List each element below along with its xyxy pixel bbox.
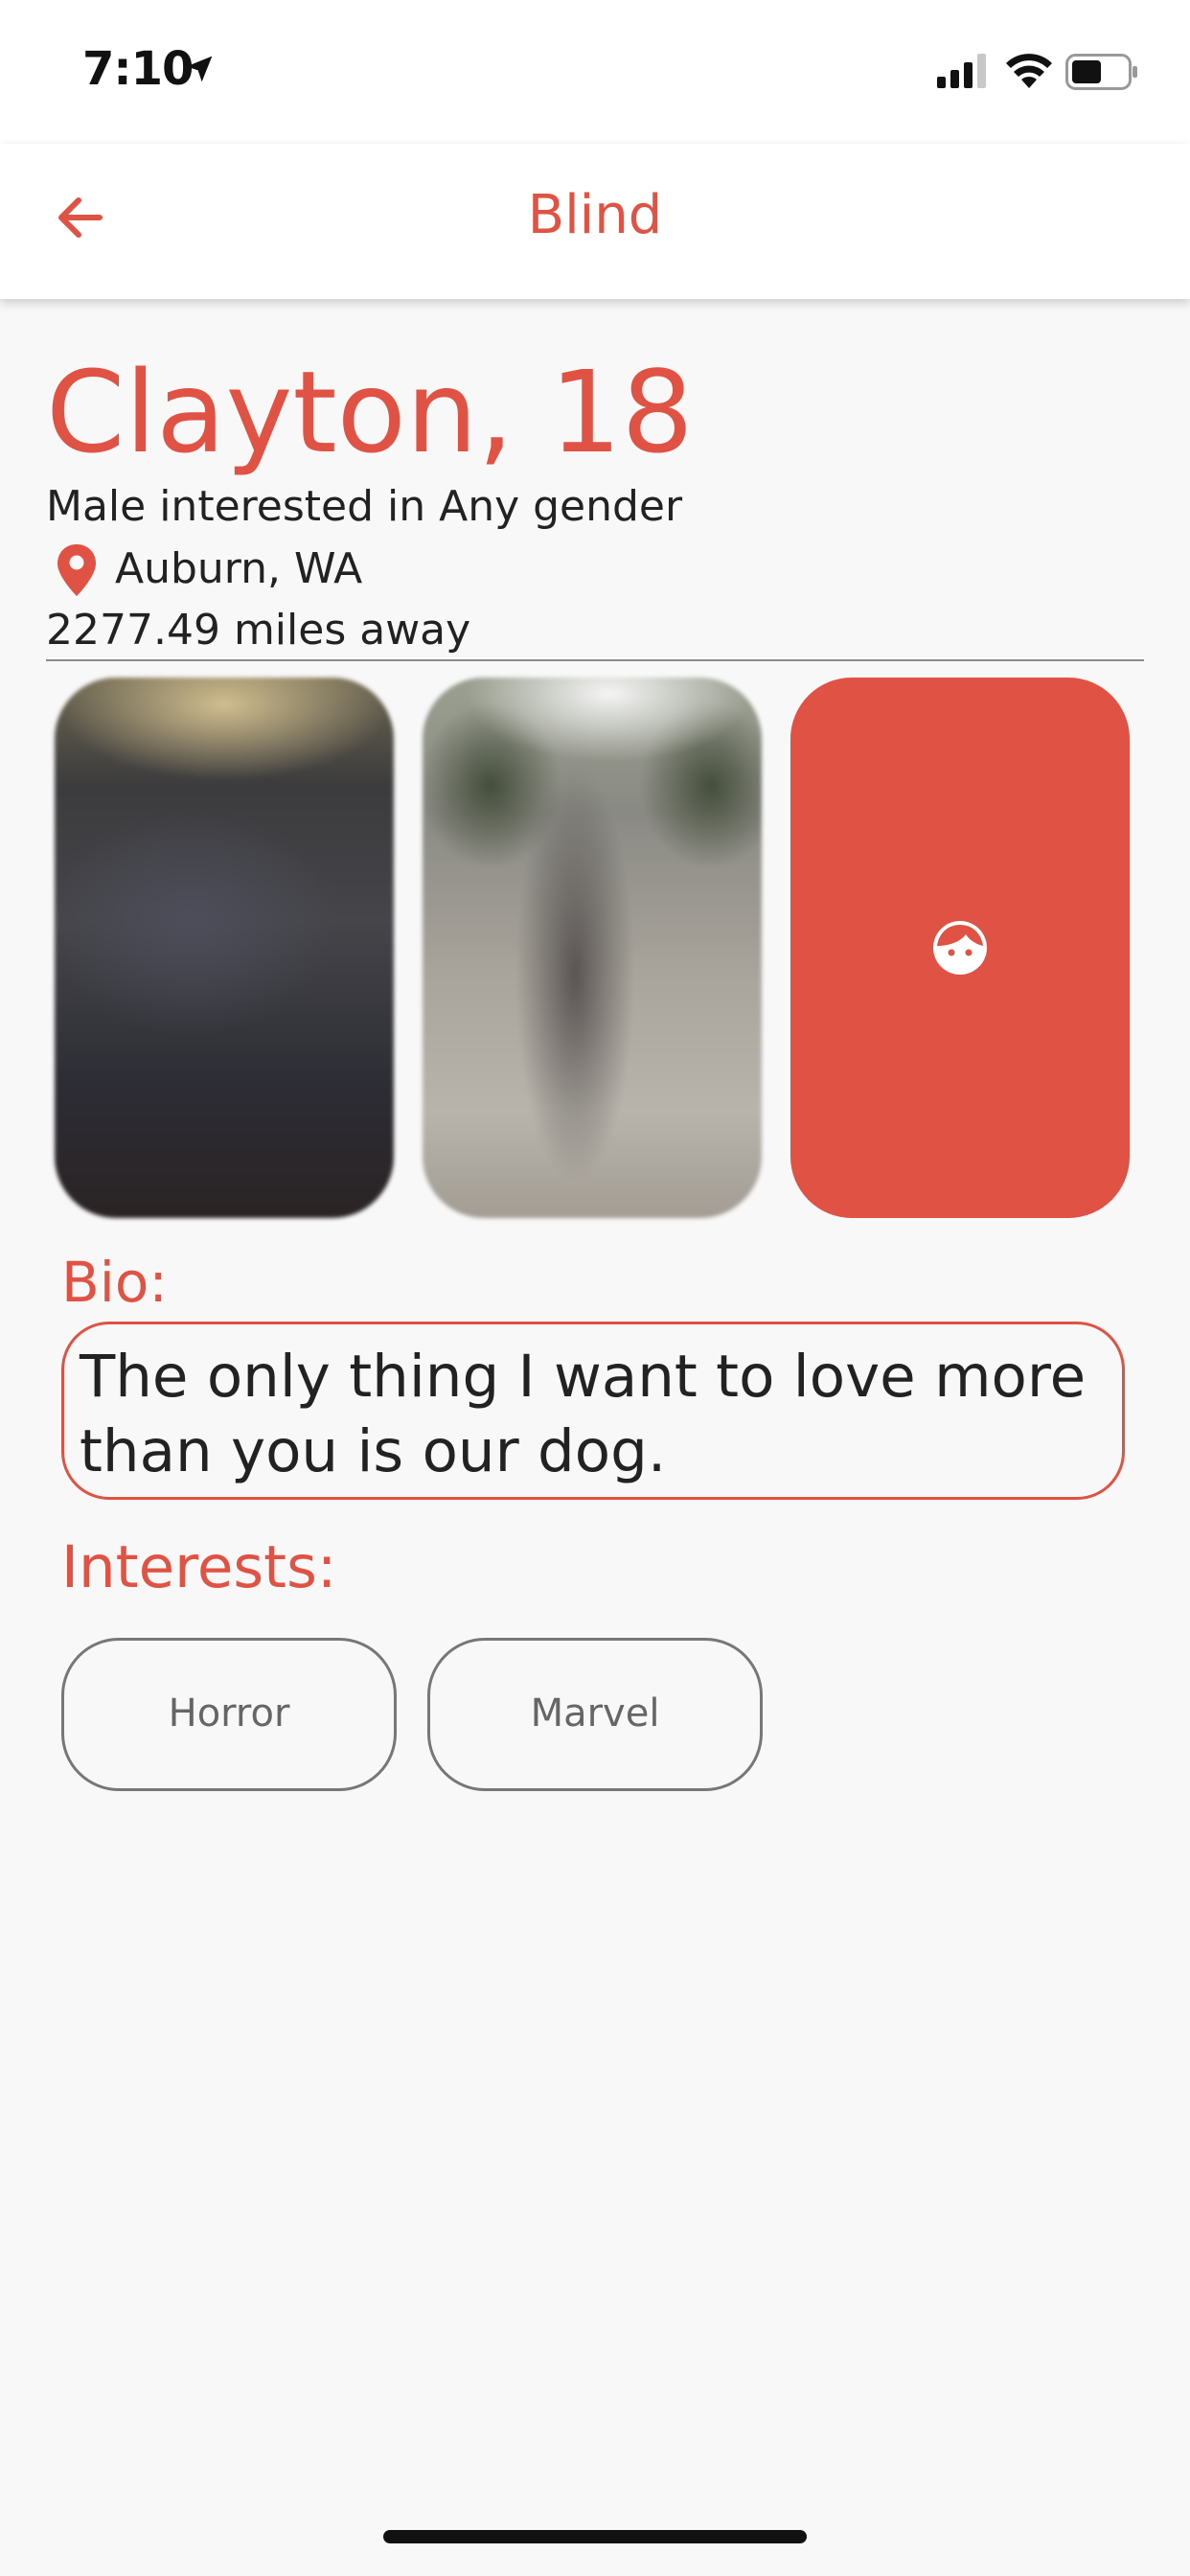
profile-photo-1[interactable] — [55, 678, 394, 1218]
wifi-icon — [1006, 54, 1052, 88]
profile-orientation: Male interested in Any gender — [46, 482, 683, 531]
profile-distance: 2277.49 miles away — [46, 606, 471, 655]
location-arrow-icon — [186, 56, 213, 82]
profile-name-age: Clayton, 18 — [46, 346, 694, 478]
divider — [46, 659, 1144, 661]
face-icon — [933, 921, 987, 975]
bio-box: The only thing I want to love more than … — [61, 1322, 1125, 1500]
home-indicator — [383, 2530, 807, 2543]
nav-bar: Blind — [0, 144, 1190, 299]
bio-label: Bio: — [61, 1250, 168, 1315]
cellular-signal-icon — [937, 54, 986, 88]
location-text: Auburn, WA — [115, 544, 363, 593]
add-photo-button[interactable] — [790, 678, 1130, 1218]
status-time: 7:10 — [82, 42, 194, 96]
bio-text: The only thing I want to love more than … — [80, 1343, 1087, 1485]
battery-icon — [1065, 54, 1137, 90]
map-pin-icon — [57, 544, 96, 596]
status-bar: 7:10 — [0, 0, 1190, 144]
interests-label: Interests: — [61, 1533, 337, 1601]
profile-photo-2[interactable] — [423, 678, 762, 1218]
profile-screen: 7:10 Blind Clayton, 18 Male interested i… — [0, 0, 1190, 2576]
interest-chip-marvel[interactable]: Marvel — [427, 1638, 763, 1791]
interest-chip-horror[interactable]: Horror — [61, 1638, 397, 1791]
nav-title: Blind — [527, 184, 663, 246]
